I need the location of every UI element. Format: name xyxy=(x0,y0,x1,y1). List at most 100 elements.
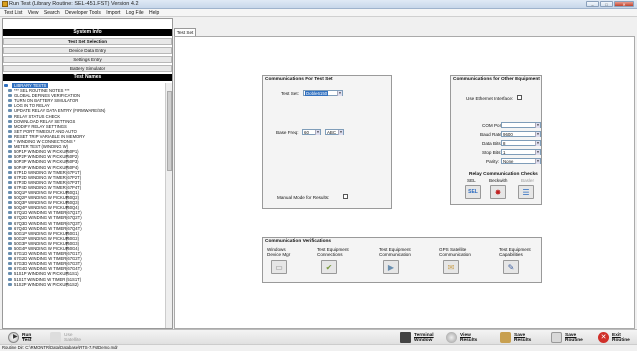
menu-developer-tools[interactable]: Developer Tools xyxy=(65,9,101,17)
parity-combo[interactable]: None ▼ xyxy=(501,158,541,164)
settings-entry-button[interactable]: Settings Entry xyxy=(3,56,172,63)
view-icon xyxy=(446,332,457,343)
scrollbar-thumb[interactable] xyxy=(167,91,172,171)
test-set-combo[interactable]: Doble6150 ▼ xyxy=(303,90,343,96)
system-info-header[interactable]: System Info xyxy=(3,29,172,36)
menu-help[interactable]: Help xyxy=(149,9,159,17)
window-title: Run Test (Library Routine: SEL-451.FST) … xyxy=(9,1,139,7)
minimize-button[interactable]: – xyxy=(586,1,599,7)
bottom-toolbar: ▶ Run Test Use Satellite Terminal Window Vi… xyxy=(0,329,637,344)
menu-import[interactable]: Import xyxy=(106,9,120,17)
test-icon xyxy=(8,252,12,256)
play-icon: ▶ xyxy=(8,332,19,343)
sel-label: SEL xyxy=(467,178,476,183)
test-icon xyxy=(8,216,12,220)
parity-label: Parity: xyxy=(486,159,500,164)
test-icon xyxy=(8,272,12,276)
test-icon xyxy=(8,99,12,103)
beckwith-check-button[interactable]: ✸ xyxy=(490,185,506,199)
use-ethernet-checkbox[interactable] xyxy=(517,95,522,100)
test-icon xyxy=(8,196,12,200)
verify-communication-button[interactable]: ▶ xyxy=(383,260,399,274)
test-icon xyxy=(8,145,12,149)
app-icon xyxy=(2,1,8,7)
basler-label: Basler xyxy=(521,178,535,183)
verify-device-manager: Windows Device Mgr ▭ xyxy=(267,247,319,274)
close-button[interactable]: ✕ xyxy=(614,1,634,7)
verify-gps-communication: GPS Satellite Communication ✉ xyxy=(439,247,491,274)
phase-combo[interactable]: ABC ▼ xyxy=(325,129,344,135)
save-results-icon xyxy=(500,332,511,343)
verify-connections: Test Equipment Connections ✔ xyxy=(317,247,369,274)
verify-label-2: Capabilities xyxy=(499,252,523,257)
satellite-icon xyxy=(50,332,61,343)
terminal-icon xyxy=(400,332,411,343)
device-data-entry-button[interactable]: Device Data Entry xyxy=(3,47,172,54)
test-icon xyxy=(8,119,12,123)
tab-test-set[interactable]: Test Set xyxy=(174,28,196,36)
verify-device-manager-button[interactable]: ▭ xyxy=(271,260,287,274)
menu-log-file[interactable]: Log File xyxy=(126,9,144,17)
title-bar: Run Test (Library Routine: SEL-451.FST) … xyxy=(0,0,637,9)
test-set-selection-button[interactable]: Test Set Selection xyxy=(3,38,172,45)
window-controls: – □ ✕ xyxy=(585,1,634,8)
data-bits-label: Data Bits: xyxy=(482,141,502,146)
maximize-button[interactable]: □ xyxy=(600,1,613,7)
test-icon xyxy=(8,175,12,179)
data-bits-value: 8 xyxy=(503,141,506,146)
test-set-value: Doble6150 xyxy=(305,91,329,96)
verify-label-2: Connections xyxy=(317,252,343,257)
test-icon xyxy=(8,94,12,98)
chevron-down-icon: ▼ xyxy=(535,141,540,146)
manual-mode-checkbox[interactable] xyxy=(343,194,348,199)
use-ethernet-label: Use Ethernet Interface: xyxy=(466,96,514,101)
chevron-down-icon: ▼ xyxy=(535,150,540,155)
test-icon xyxy=(8,109,12,113)
verify-gps-communication-button[interactable]: ✉ xyxy=(443,260,459,274)
main-area: Communications For Test Set Test Set: Do… xyxy=(174,36,635,329)
test-icon xyxy=(8,211,12,215)
test-icon xyxy=(8,226,12,230)
com-port-combo[interactable]: ▼ xyxy=(501,122,541,128)
verify-capabilities-button[interactable]: ✎ xyxy=(503,260,519,274)
test-icon xyxy=(8,89,12,93)
base-freq-combo[interactable]: 60 ▼ xyxy=(302,129,321,135)
test-icon xyxy=(8,134,12,138)
test-tree[interactable]: LIBRARY TESTS *** SEL ROUTINE NOTES *** GL… xyxy=(4,83,164,319)
tree-scrollbar[interactable] xyxy=(165,83,172,328)
test-icon xyxy=(8,262,12,266)
data-bits-combo[interactable]: 8 ▼ xyxy=(501,140,541,146)
stop-bits-label: Stop Bits: xyxy=(482,150,502,155)
test-icon xyxy=(8,231,12,235)
stop-bits-combo[interactable]: 1 ▼ xyxy=(501,149,541,155)
tree-item[interactable]: 51S2P WINDING W PICKUP (51S2) xyxy=(4,282,164,287)
comm-verifications-title: Communication Verifications xyxy=(265,239,332,244)
baud-rate-value: 9600 xyxy=(503,132,513,137)
test-icon xyxy=(8,190,12,194)
verify-connections-button[interactable]: ✔ xyxy=(321,260,337,274)
tree-item-label: 51S2P WINDING W PICKUP xyxy=(14,281,69,287)
chevron-down-icon: ▼ xyxy=(535,159,540,164)
menu-view[interactable]: View xyxy=(28,9,39,17)
comm-other-group: Communications for Other Equipment Use E… xyxy=(450,75,542,205)
verify-communication: Test Equipment Communication ▶ xyxy=(379,247,431,274)
save-results-label-2: Results xyxy=(514,338,532,343)
test-icon xyxy=(8,257,12,261)
menu-test-list[interactable]: Test List xyxy=(4,9,22,17)
test-icon xyxy=(8,282,12,286)
sel-check-button[interactable]: SEL xyxy=(465,185,481,199)
verify-label-2: Communication xyxy=(379,252,411,257)
basler-check-button[interactable]: ☰ xyxy=(518,185,534,199)
folder-icon xyxy=(4,84,8,87)
test-icon xyxy=(8,241,12,245)
battery-simulator-button[interactable]: Battery Simulator xyxy=(3,65,172,72)
verify-label-2: Device Mgr xyxy=(267,252,291,257)
comm-other-title: Communications for Other Equipment xyxy=(453,77,540,82)
test-icon xyxy=(8,277,12,281)
test-icon xyxy=(8,155,12,159)
test-icon xyxy=(8,201,12,205)
chevron-down-icon: ▼ xyxy=(337,91,342,96)
baud-rate-combo[interactable]: 9600 ▼ xyxy=(501,131,541,137)
comm-test-set-title: Communications For Test Set xyxy=(265,77,333,82)
menu-search[interactable]: Search xyxy=(44,9,60,17)
